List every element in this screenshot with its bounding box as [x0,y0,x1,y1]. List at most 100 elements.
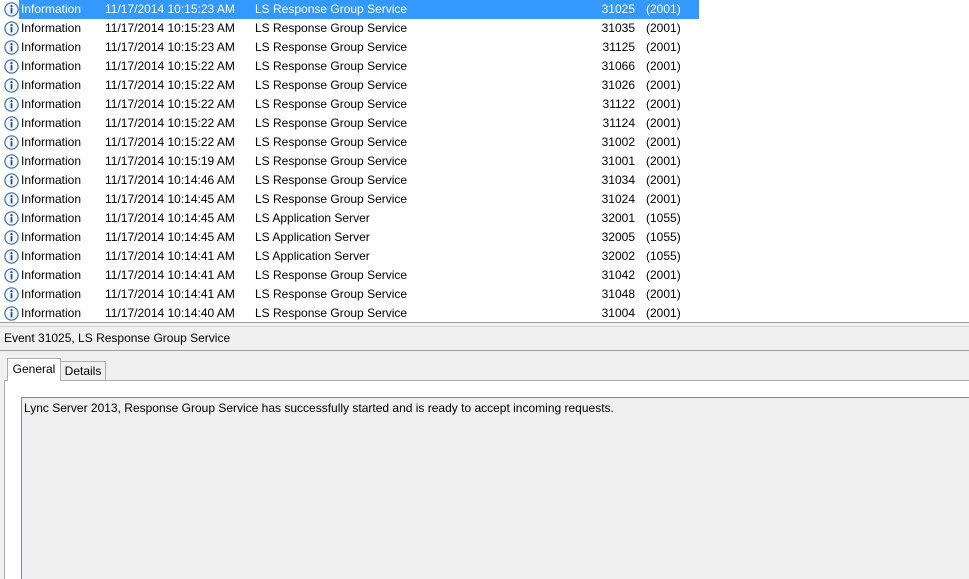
source-cell: LS Response Group Service [255,21,408,35]
information-icon [4,287,19,302]
level-cell: Information [21,287,82,301]
event-list[interactable]: Information 11/17/2014 10:15:23 AM LS Re… [0,0,969,322]
event-id-cell: 31042 [601,268,635,282]
date-time-cell: 11/17/2014 10:15:19 AM [105,154,235,168]
event-id-cell: 31125 [602,40,635,54]
level-cell: Information [21,192,82,206]
level-cell: Information [21,2,82,16]
event-row[interactable]: Information 11/17/2014 10:14:45 AM LS Ap… [0,209,969,228]
event-id-cell: 31001 [601,154,635,168]
source-cell: LS Response Group Service [255,173,408,187]
event-id-cell: 32002 [601,249,635,263]
task-category-cell: (2001) [646,21,681,35]
information-icon [4,21,19,36]
event-row[interactable]: Information 11/17/2014 10:15:22 AM LS Re… [0,76,969,95]
level-cell: Information [21,78,82,92]
level-cell: Information [21,97,82,111]
event-row[interactable]: Information 11/17/2014 10:15:19 AM LS Re… [0,152,969,171]
date-time-cell: 11/17/2014 10:15:22 AM [105,135,235,149]
event-row[interactable]: Information 11/17/2014 10:15:22 AM LS Re… [0,57,969,76]
information-icon [4,2,19,17]
information-icon-glyph [4,230,19,245]
level-cell: Information [21,173,82,187]
information-icon-glyph [4,287,19,302]
source-cell: LS Response Group Service [255,268,408,282]
task-category-cell: (2001) [646,97,681,111]
event-row[interactable]: Information 11/17/2014 10:14:45 AM LS Ap… [0,228,969,247]
information-icon-glyph [4,59,19,74]
event-row[interactable]: Information 11/17/2014 10:14:41 AM LS Re… [0,285,969,304]
task-category-cell: (2001) [646,2,681,16]
event-row[interactable]: Information 11/17/2014 10:15:23 AM LS Re… [0,38,969,57]
tab-general[interactable]: General [7,358,61,381]
information-icon [4,135,19,150]
event-row[interactable]: Information 11/17/2014 10:15:23 AM LS Re… [0,19,969,38]
event-row[interactable]: Information 11/17/2014 10:15:22 AM LS Re… [0,95,969,114]
task-category-cell: (1055) [646,249,681,263]
task-category-cell: (2001) [646,192,681,206]
level-cell: Information [21,249,82,263]
task-category-cell: (1055) [646,230,681,244]
information-icon [4,306,19,321]
task-category-cell: (2001) [646,173,681,187]
level-cell: Information [21,135,82,149]
information-icon-glyph [4,40,19,55]
level-cell: Information [21,211,82,225]
task-category-cell: (2001) [646,287,681,301]
event-id-cell: 31122 [602,97,635,111]
date-time-cell: 11/17/2014 10:14:40 AM [105,306,235,320]
event-id-cell: 31002 [601,135,635,149]
date-time-cell: 11/17/2014 10:14:41 AM [105,268,235,282]
event-row[interactable]: Information 11/17/2014 10:15:23 AM LS Re… [0,0,969,19]
event-id-cell: 31035 [601,21,635,35]
event-id-cell: 31124 [602,116,635,130]
information-icon [4,97,19,112]
information-icon [4,268,19,283]
event-id-cell: 31048 [601,287,635,301]
information-icon-glyph [4,173,19,188]
event-id-cell: 32005 [601,230,635,244]
event-id-cell: 31004 [601,306,635,320]
date-time-cell: 11/17/2014 10:14:45 AM [105,230,235,244]
date-time-cell: 11/17/2014 10:15:22 AM [105,59,235,73]
event-detail-title: Event 31025, LS Response Group Service [4,331,231,345]
event-row[interactable]: Information 11/17/2014 10:14:46 AM LS Re… [0,171,969,190]
task-category-cell: (2001) [646,306,681,320]
source-cell: LS Response Group Service [255,40,408,54]
event-row[interactable]: Information 11/17/2014 10:14:41 AM LS Ap… [0,247,969,266]
date-time-cell: 11/17/2014 10:15:22 AM [105,116,235,130]
source-cell: LS Response Group Service [255,287,408,301]
event-row[interactable]: Information 11/17/2014 10:15:22 AM LS Re… [0,133,969,152]
task-category-cell: (2001) [646,268,681,282]
event-row[interactable]: Information 11/17/2014 10:14:40 AM LS Re… [0,304,969,322]
task-category-cell: (2001) [646,116,681,130]
event-description-box[interactable]: Lync Server 2013, Response Group Service… [21,397,969,579]
level-cell: Information [21,268,82,282]
level-cell: Information [21,154,82,168]
task-category-cell: (1055) [646,211,681,225]
event-row[interactable]: Information 11/17/2014 10:14:41 AM LS Re… [0,266,969,285]
task-category-cell: (2001) [646,40,681,54]
information-icon-glyph [4,97,19,112]
tab-details[interactable]: Details [60,361,106,380]
date-time-cell: 11/17/2014 10:14:45 AM [105,192,235,206]
event-id-cell: 31066 [601,59,635,73]
date-time-cell: 11/17/2014 10:14:41 AM [105,249,235,263]
information-icon-glyph [4,116,19,131]
date-time-cell: 11/17/2014 10:15:23 AM [105,2,235,16]
information-icon [4,59,19,74]
event-row[interactable]: Information 11/17/2014 10:15:22 AM LS Re… [0,114,969,133]
level-cell: Information [21,21,82,35]
source-cell: LS Response Group Service [255,78,408,92]
information-icon-glyph [4,211,19,226]
source-cell: LS Response Group Service [255,59,408,73]
information-icon [4,230,19,245]
information-icon-glyph [4,154,19,169]
date-time-cell: 11/17/2014 10:15:22 AM [105,78,235,92]
information-icon [4,116,19,131]
source-cell: LS Response Group Service [255,192,408,206]
event-row[interactable]: Information 11/17/2014 10:14:45 AM LS Re… [0,190,969,209]
source-cell: LS Response Group Service [255,306,408,320]
source-cell: LS Response Group Service [255,97,408,111]
information-icon [4,192,19,207]
